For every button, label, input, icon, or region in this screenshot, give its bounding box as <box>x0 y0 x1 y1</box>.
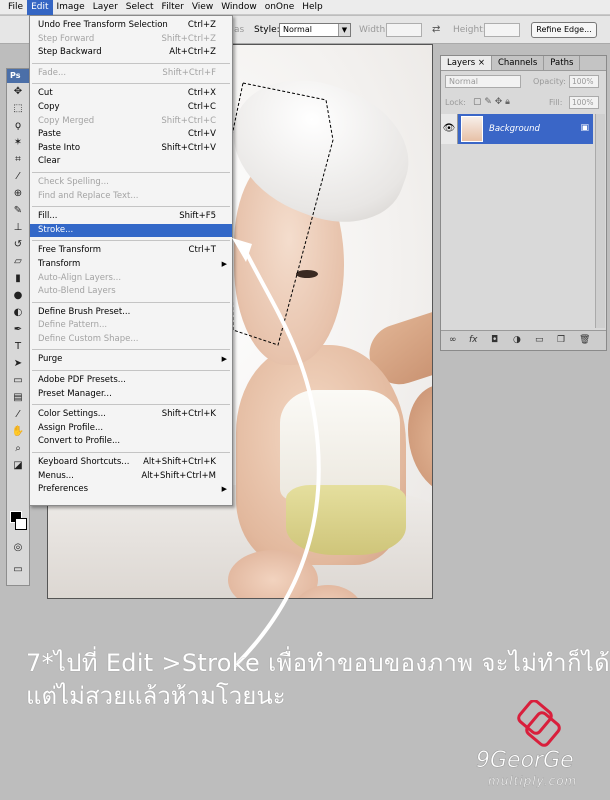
caption-line-2: แต่ไม่สวยแล้วห้ามโวยนะ <box>26 682 286 710</box>
logo-name: 9GeorGe <box>476 748 574 774</box>
logo-subtitle: multiply.com <box>488 774 578 788</box>
logo-mark-icon <box>517 700 561 747</box>
